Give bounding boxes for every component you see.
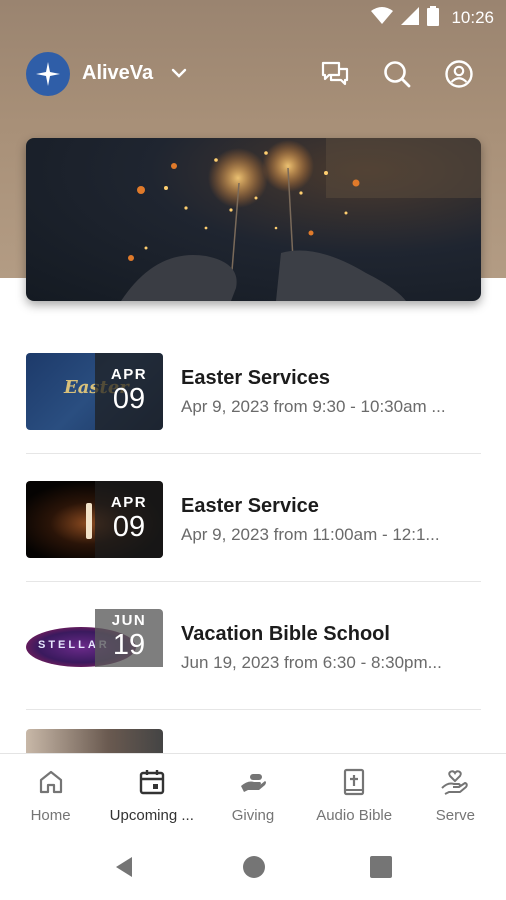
nav-home-label: Home: [30, 807, 71, 824]
event-month: APR: [110, 494, 148, 511]
event-datetime: Apr 9, 2023 from 9:30 - 10:30am ...: [181, 397, 446, 416]
heart-hand-icon: [440, 768, 470, 801]
nav-serve-label: Serve: [435, 807, 475, 824]
event-month: JUN: [111, 612, 147, 629]
home-circle-icon[interactable]: [242, 855, 266, 884]
event-date-badge: APR 09: [95, 353, 163, 430]
event-title: Easter Services: [181, 367, 331, 389]
nav-home[interactable]: Home: [0, 754, 101, 834]
giving-hand-icon: [238, 768, 268, 801]
account-icon[interactable]: [441, 56, 477, 92]
event-title: Vacation Bible School: [181, 623, 390, 645]
battery-icon: [427, 5, 440, 31]
nav-serve[interactable]: Serve: [405, 754, 506, 834]
chevron-down-icon[interactable]: [170, 64, 188, 82]
hero-banner-image[interactable]: [26, 138, 481, 301]
bottom-navigation: Home Upcoming ... Giving Audio Bible Ser…: [0, 753, 506, 833]
wifi-icon: [371, 6, 394, 30]
event-title: Easter Service: [181, 495, 319, 517]
system-navigation-bar: [0, 833, 506, 900]
church-logo-icon[interactable]: [26, 52, 70, 96]
event-datetime: Jun 19, 2023 from 6:30 - 8:30pm...: [181, 653, 442, 672]
upcoming-events-list: Easter APR 09 Easter Services Apr 9, 202…: [26, 326, 481, 806]
nav-audio-bible-label: Audio Bible: [316, 807, 393, 824]
status-bar: 10:26: [0, 0, 506, 36]
event-thumbnail: STELLAR JUN 19: [26, 609, 163, 686]
event-day: 09: [112, 511, 146, 543]
event-day: 09: [112, 383, 146, 415]
event-date-badge: APR 09: [95, 481, 163, 558]
signal-icon: [401, 6, 420, 30]
event-thumbnail: APR 09: [26, 481, 163, 558]
nav-upcoming-label: Upcoming ...: [109, 807, 194, 824]
event-day: 19: [112, 629, 146, 661]
event-row[interactable]: Easter APR 09 Easter Services Apr 9, 202…: [26, 326, 481, 454]
nav-audio-bible[interactable]: Audio Bible: [304, 754, 405, 834]
org-name[interactable]: AliveVa: [82, 62, 153, 85]
event-row[interactable]: APR 09 Easter Service Apr 9, 2023 from 1…: [26, 454, 481, 582]
nav-giving-label: Giving: [231, 807, 275, 824]
home-icon: [37, 768, 65, 801]
event-datetime: Apr 9, 2023 from 11:00am - 12:1...: [181, 525, 440, 544]
chat-icon[interactable]: [317, 56, 353, 92]
app-bar: AliveVa: [0, 48, 506, 100]
recents-icon[interactable]: [370, 856, 392, 883]
search-icon[interactable]: [379, 56, 415, 92]
bible-icon: [341, 768, 367, 801]
event-thumbnail: Easter APR 09: [26, 353, 163, 430]
event-row[interactable]: STELLAR JUN 19 Vacation Bible School Jun…: [26, 582, 481, 710]
calendar-icon: [138, 768, 166, 801]
tomb-light-image: [86, 503, 92, 539]
nav-upcoming[interactable]: Upcoming ...: [101, 754, 202, 834]
event-date-badge: JUN 19: [95, 609, 163, 667]
nav-giving[interactable]: Giving: [202, 754, 303, 834]
back-icon[interactable]: [112, 855, 136, 884]
status-time: 10:26: [451, 8, 494, 27]
event-month: APR: [110, 366, 148, 383]
